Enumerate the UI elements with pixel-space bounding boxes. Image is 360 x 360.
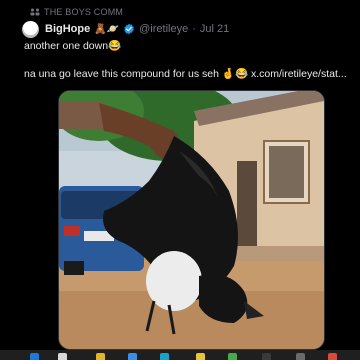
- community-icon: [30, 8, 40, 16]
- crow-photo: [59, 91, 324, 349]
- folder-icon[interactable]: [96, 353, 105, 360]
- post-text-line2: na una go leave this compound for us seh…: [24, 67, 347, 80]
- community-name: THE BOYS COMM: [44, 7, 124, 17]
- separator-dot: ·: [192, 23, 196, 35]
- settings-icon[interactable]: [296, 353, 305, 360]
- post-text-line1: another one down😂: [24, 40, 122, 52]
- post-date[interactable]: Jul 21: [200, 23, 229, 35]
- windows-icon[interactable]: [30, 353, 39, 360]
- post-text-body: na una go leave this compound for us seh…: [24, 68, 249, 80]
- edge-icon[interactable]: [160, 353, 169, 360]
- taskbar: [0, 350, 360, 360]
- chrome-icon[interactable]: [228, 353, 237, 360]
- search-icon[interactable]: [58, 353, 67, 360]
- verified-badge-icon: [124, 23, 134, 35]
- post-media-image[interactable]: [58, 90, 325, 350]
- app-icon[interactable]: [328, 353, 337, 360]
- post-link[interactable]: x.com/iretileye/stat...: [251, 68, 347, 80]
- author-handle[interactable]: @iretileye: [139, 23, 188, 35]
- store-icon[interactable]: [128, 353, 137, 360]
- author-name[interactable]: BigHope: [45, 23, 90, 35]
- mail-icon[interactable]: [196, 353, 205, 360]
- terminal-icon[interactable]: [262, 353, 271, 360]
- avatar[interactable]: [22, 20, 39, 38]
- community-label[interactable]: THE BOYS COMM: [30, 6, 123, 18]
- post-header: BigHope 🧸🪐 @iretileye · Jul 21: [22, 19, 229, 39]
- author-emojis: 🧸🪐: [94, 23, 120, 35]
